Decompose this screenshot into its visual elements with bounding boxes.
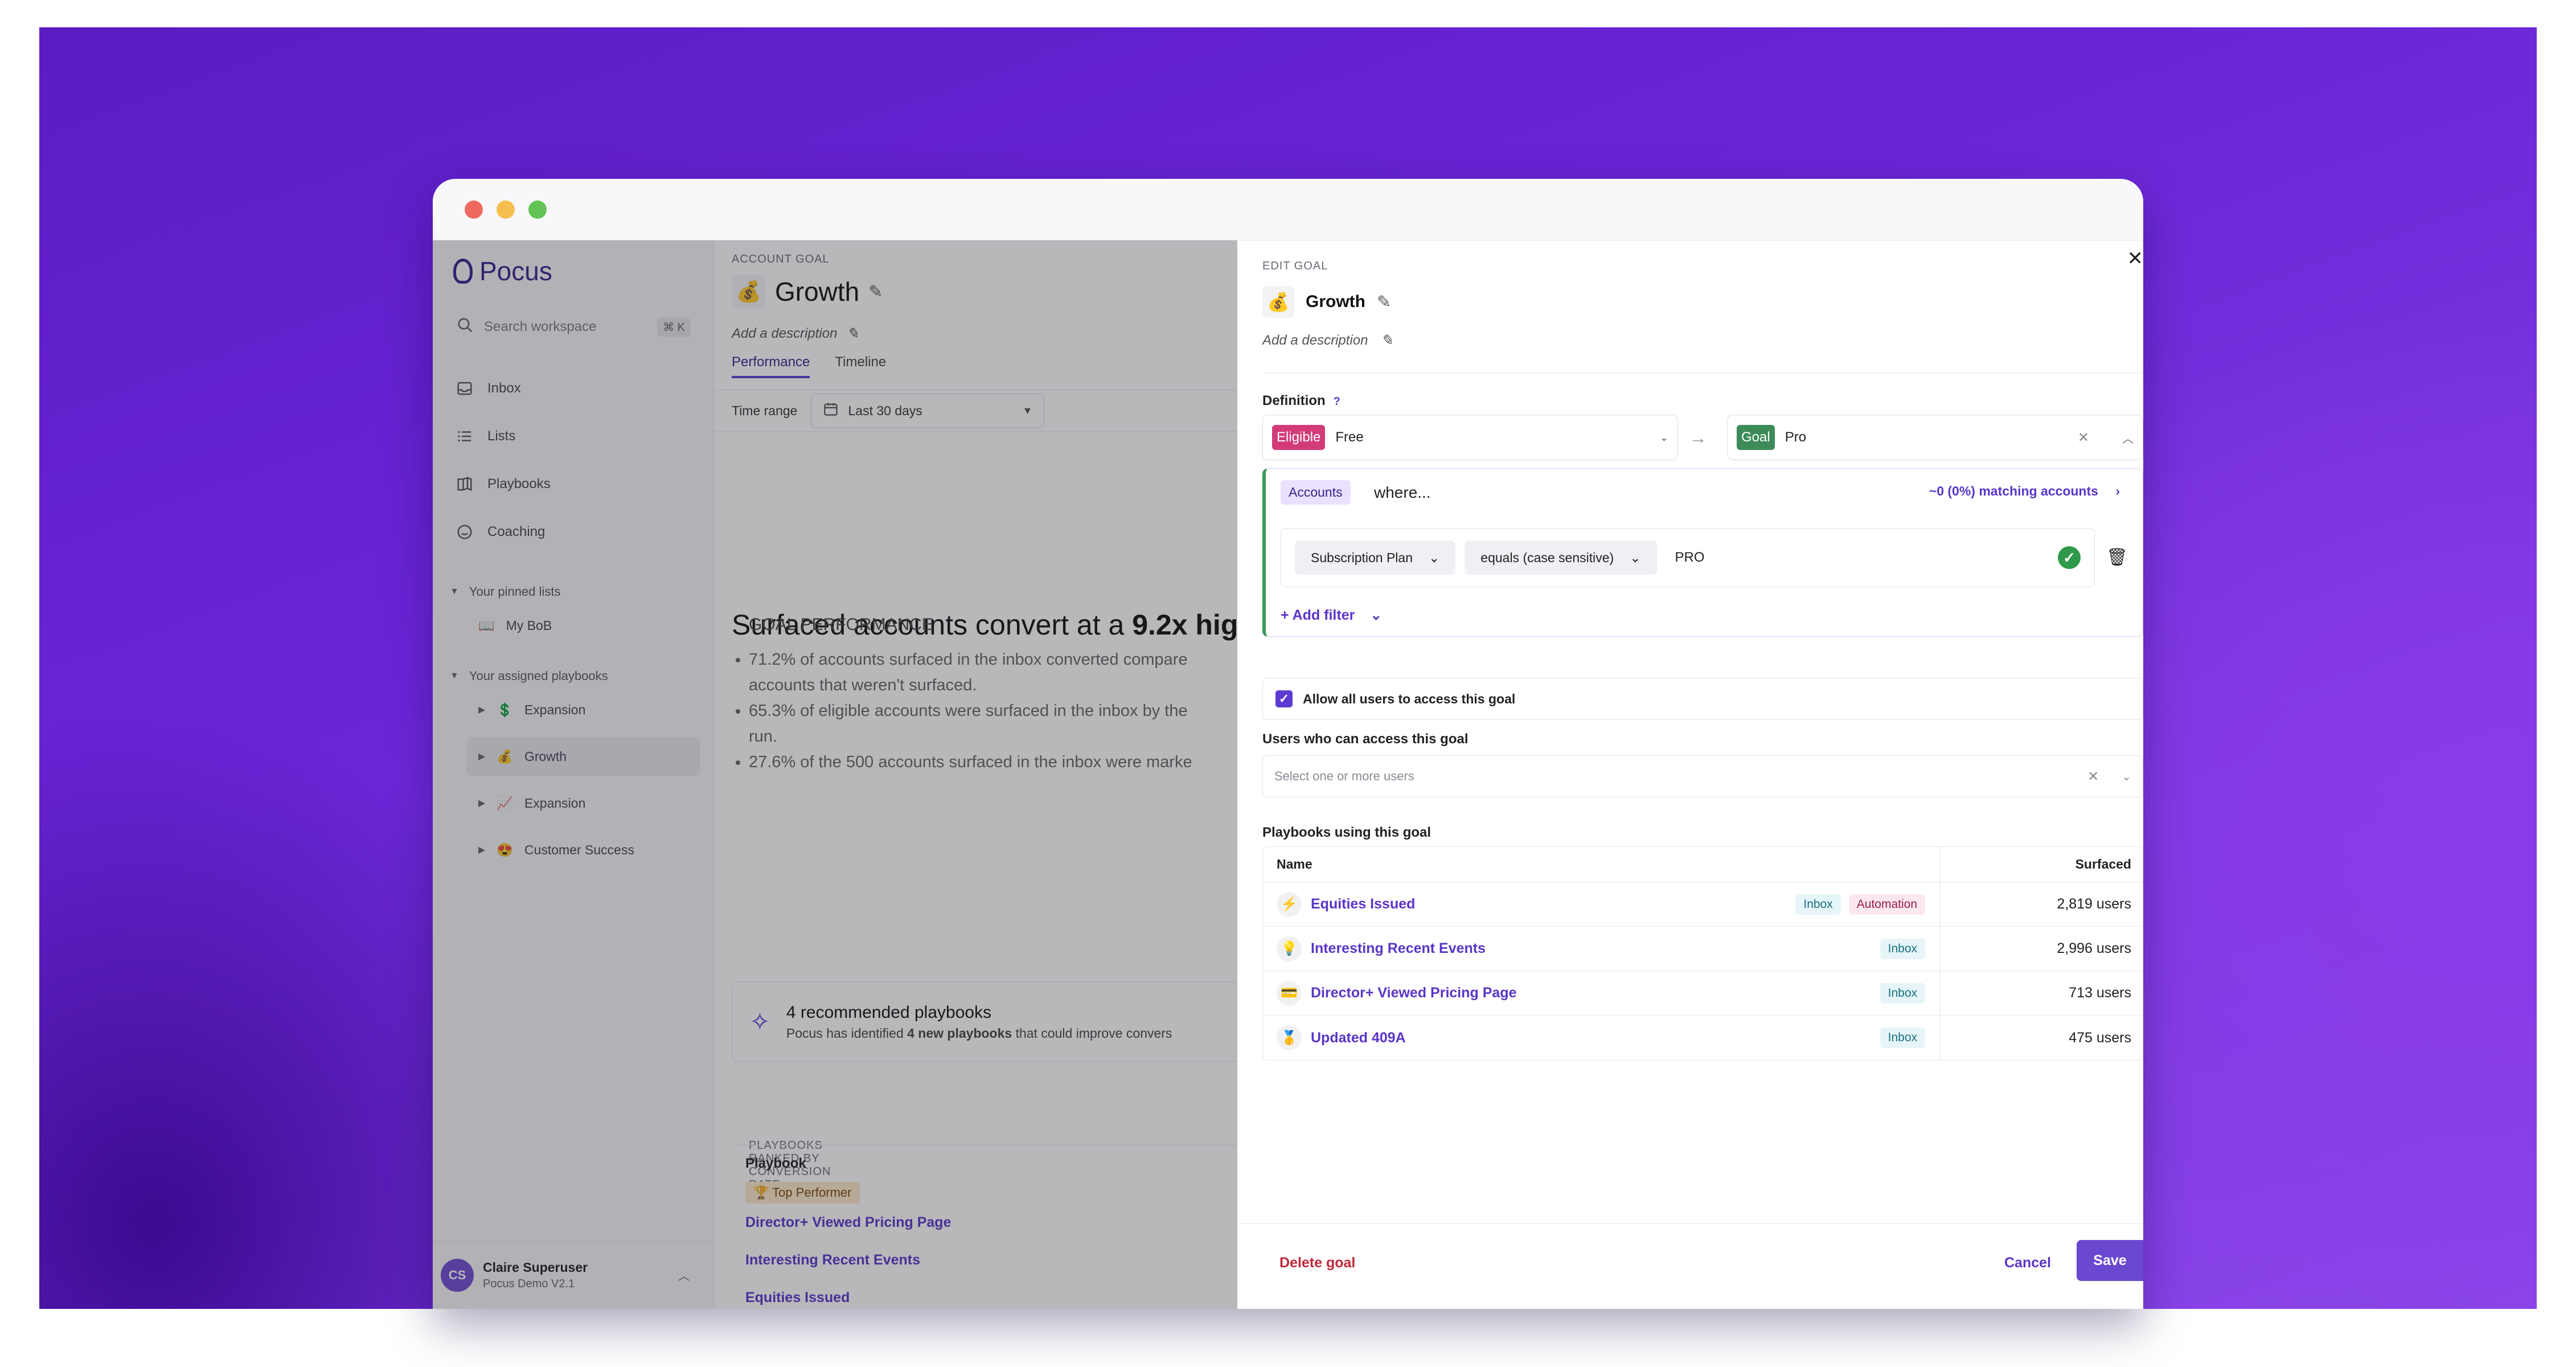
automation-tag: Automation	[1848, 894, 1925, 915]
chevron-down-icon[interactable]: ⌄	[2122, 770, 2131, 784]
title-bar	[433, 179, 2143, 240]
maximize-window-button[interactable]	[528, 200, 547, 219]
money-bag-icon[interactable]: 💰	[1262, 286, 1294, 318]
row-name-cell: ⚡ Equities Issued Inbox Automation	[1263, 882, 1941, 926]
playbook-link[interactable]: Director+ Viewed Pricing Page	[1311, 985, 1517, 1001]
eligible-value: Free	[1335, 429, 1364, 445]
matching-text: ~0 (0%) matching accounts	[1929, 484, 2098, 498]
chevron-down-icon: ⌄	[1659, 431, 1668, 443]
save-button[interactable]: Save	[2077, 1240, 2143, 1281]
users-select[interactable]: Select one or more users ✕ ⌄	[1262, 755, 2143, 797]
help-icon[interactable]: ?	[1334, 395, 1340, 408]
delete-goal-button[interactable]: Delete goal	[1279, 1255, 1355, 1271]
table-row[interactable]: ⚡ Equities Issued Inbox Automation 2,819…	[1263, 882, 2143, 927]
filter-operator-select[interactable]: equals (case sensitive) ⌄	[1465, 541, 1657, 575]
tags: Inbox	[1880, 983, 1925, 1004]
close-icon[interactable]: ✕	[2127, 247, 2144, 270]
drawer-title: Growth	[1306, 292, 1365, 311]
inbox-tag: Inbox	[1880, 1028, 1925, 1048]
matching-accounts-link[interactable]: ~0 (0%) matching accounts ›	[1929, 484, 2120, 499]
tags: Inbox	[1880, 1028, 1925, 1048]
playbook-link[interactable]: Interesting Recent Events	[1311, 940, 1486, 957]
arrow-right-icon: →	[1689, 427, 1707, 448]
edit-pencil-icon[interactable]: ✎	[1377, 292, 1391, 312]
chevron-down-icon: ⌄	[1429, 550, 1440, 565]
goal-select[interactable]: Goal Pro ✕ ︿	[1727, 415, 2143, 460]
lightbulb-icon: 💡	[1277, 936, 1302, 961]
chevron-down-icon: ⌄	[1630, 550, 1641, 565]
row-name-cell: 💡 Interesting Recent Events Inbox	[1263, 927, 1941, 971]
goal-value: Pro	[1785, 429, 1807, 445]
trash-icon[interactable]: 🗑	[2106, 547, 2128, 567]
row-name-cell: 💳 Director+ Viewed Pricing Page Inbox	[1263, 971, 1941, 1015]
close-window-button[interactable]	[465, 200, 483, 219]
checkbox-checked-icon[interactable]: ✓	[1275, 690, 1293, 707]
filter-operator-value: equals (case sensitive)	[1480, 550, 1614, 565]
playbooks-table: Name Surfaced ⚡ Equities Issued Inbox Au…	[1262, 846, 2143, 1061]
chevron-up-icon[interactable]: ︿	[2122, 429, 2134, 446]
filter-field-value: Subscription Plan	[1311, 550, 1413, 565]
users-label: Users who can access this goal	[1262, 731, 1469, 747]
check-circle-icon: ✓	[2058, 546, 2081, 569]
filter-value-input[interactable]: PRO	[1675, 550, 1705, 566]
drawer-eyebrow: EDIT GOAL	[1262, 260, 1328, 272]
cancel-button[interactable]: Cancel	[2004, 1255, 2051, 1271]
clear-icon[interactable]: ✕	[2078, 429, 2089, 446]
app-window: Pocus Search workspace ⌘ K Inbox Lists P…	[433, 179, 2143, 1309]
filter-group: Accounts where... ~0 (0%) matching accou…	[1262, 468, 2143, 637]
add-filter-button[interactable]: + Add filter ⌄	[1281, 607, 1382, 624]
drawer-footer: Delete goal Cancel Save	[1237, 1223, 2143, 1309]
playbook-link[interactable]: Updated 409A	[1311, 1030, 1406, 1046]
clear-icon[interactable]: ✕	[2087, 768, 2099, 785]
chevron-down-icon: ⌄	[1370, 607, 1383, 623]
lightning-icon: ⚡	[1277, 891, 1302, 917]
chevron-right-icon: ›	[2115, 484, 2120, 498]
where-text: where...	[1374, 484, 1431, 501]
table-row[interactable]: 💳 Director+ Viewed Pricing Page Inbox 71…	[1263, 971, 2143, 1016]
row-name-cell: 🥇 Updated 409A Inbox	[1263, 1016, 1941, 1060]
minimize-window-button[interactable]	[497, 200, 515, 219]
surfaced-count: 2,996 users	[2057, 940, 2131, 956]
tags: Inbox Automation	[1795, 894, 1925, 915]
description-text: Add a description	[1262, 332, 1368, 348]
filter-field-select[interactable]: Subscription Plan ⌄	[1295, 541, 1456, 575]
table-row[interactable]: 🥇 Updated 409A Inbox 475 users	[1263, 1016, 2143, 1060]
surfaced-count: 713 users	[2069, 985, 2131, 1001]
drawer-description[interactable]: Add a description ✎	[1262, 331, 1393, 349]
drawer-title-row: 💰 Growth ✎	[1262, 286, 1391, 318]
allow-label: Allow all users to access this goal	[1303, 691, 1516, 706]
filter-condition: Subscription Plan ⌄ equals (case sensiti…	[1281, 528, 2095, 587]
edit-pencil-icon[interactable]: ✎	[1380, 331, 1393, 349]
inbox-tag: Inbox	[1880, 983, 1925, 1004]
modal-overlay[interactable]	[433, 240, 1237, 1309]
credit-card-icon: 💳	[1277, 980, 1302, 1006]
eligible-pill: Eligible	[1272, 425, 1326, 450]
surfaced-count: 475 users	[2069, 1029, 2131, 1046]
surfaced-count: 2,819 users	[2057, 896, 2131, 912]
allow-all-users-checkbox[interactable]: ✓ Allow all users to access this goal	[1262, 678, 2143, 720]
add-filter-label: + Add filter	[1281, 607, 1355, 623]
label-text: Definition	[1262, 393, 1326, 408]
col-surfaced: Surfaced	[2075, 857, 2131, 871]
inbox-tag: Inbox	[1795, 894, 1841, 915]
inbox-tag: Inbox	[1880, 938, 1925, 959]
accounts-pill[interactable]: Accounts	[1281, 480, 1351, 505]
medal-icon: 🥇	[1277, 1025, 1302, 1050]
playbook-link[interactable]: Equities Issued	[1311, 896, 1415, 912]
tags: Inbox	[1880, 938, 1925, 959]
eligible-select[interactable]: Eligible Free ⌄	[1262, 415, 1678, 460]
col-name: Name	[1263, 847, 1941, 882]
goal-pill: Goal	[1737, 425, 1775, 450]
table-header: Name Surfaced	[1263, 847, 2143, 882]
definition-label: Definition?	[1262, 393, 1340, 409]
edit-goal-drawer: ✕ EDIT GOAL 💰 Growth ✎ Add a description…	[1237, 240, 2143, 1309]
users-placeholder: Select one or more users	[1274, 769, 1414, 783]
playbooks-label: Playbooks using this goal	[1262, 825, 1431, 840]
table-row[interactable]: 💡 Interesting Recent Events Inbox 2,996 …	[1263, 927, 2143, 971]
